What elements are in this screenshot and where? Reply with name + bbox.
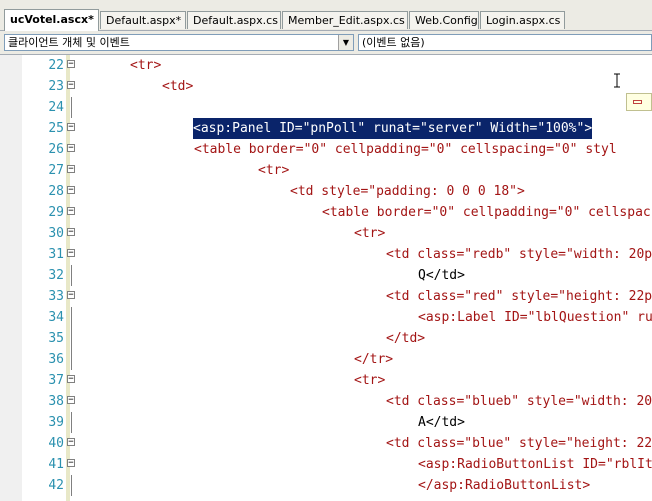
collapse-icon[interactable]: − bbox=[67, 60, 75, 69]
line-number: 38 bbox=[48, 394, 64, 409]
line-number: 41 bbox=[48, 457, 64, 472]
code-line: 36 </tr> bbox=[0, 349, 652, 370]
selected-code-text: <asp:Panel ID="pnPoll" runat="server" Wi… bbox=[193, 118, 593, 139]
collapse-icon[interactable]: − bbox=[67, 375, 75, 384]
line-number: 28 bbox=[48, 184, 64, 199]
code-text: <tr> bbox=[130, 58, 162, 73]
code-text: <td class="blueb" style="width: 20 bbox=[386, 394, 652, 409]
event-dropdown-value: (이벤트 없음) bbox=[362, 36, 425, 49]
line-number: 23 bbox=[48, 79, 64, 94]
code-line: 29 − <table border="0" cellpadding="0" c… bbox=[0, 202, 652, 223]
fold-guide bbox=[71, 328, 72, 349]
code-line: 26 − <table border="0" cellpadding="0" c… bbox=[0, 139, 652, 160]
line-number: 32 bbox=[48, 268, 64, 283]
line-number: 22 bbox=[48, 58, 64, 73]
code-line: 37 − <tr> bbox=[0, 370, 652, 391]
code-text: <td class="blue" style="height: 22 bbox=[386, 436, 652, 451]
code-text: <asp:Label ID="lblQuestion" ru bbox=[418, 310, 652, 325]
code-text: <tr> bbox=[354, 373, 386, 388]
code-text: <asp:RadioButtonList ID="rblIt bbox=[418, 457, 652, 472]
smart-tag[interactable] bbox=[626, 93, 652, 111]
line-number: 39 bbox=[48, 415, 64, 430]
fold-guide bbox=[71, 349, 72, 370]
line-number: 25 bbox=[48, 121, 64, 136]
code-line: 35 </td> bbox=[0, 328, 652, 349]
code-text: Q</td> bbox=[418, 268, 465, 283]
tab-login-aspx-cs[interactable]: Login.aspx.cs bbox=[480, 11, 565, 29]
code-text: <td class="redb" style="width: 20p bbox=[386, 247, 652, 262]
collapse-icon[interactable]: − bbox=[67, 165, 75, 174]
object-dropdown-value: 클라이언트 개체 및 이벤트 bbox=[8, 36, 130, 49]
code-line: 30 − <tr> bbox=[0, 223, 652, 244]
tab-member-edit-aspx-cs[interactable]: Member_Edit.aspx.cs bbox=[282, 11, 408, 29]
line-number: 36 bbox=[48, 352, 64, 367]
object-dropdown[interactable]: 클라이언트 개체 및 이벤트 ▼ bbox=[4, 34, 354, 51]
line-number: 29 bbox=[48, 205, 64, 220]
code-line: 42 </asp:RadioButtonList> bbox=[0, 475, 652, 496]
collapse-icon[interactable]: − bbox=[67, 207, 75, 216]
line-number: 31 bbox=[48, 247, 64, 262]
smart-tag-icon bbox=[633, 100, 642, 104]
fold-guide bbox=[71, 307, 72, 328]
code-line: 33 − <td class="red" style="height: 22p bbox=[0, 286, 652, 307]
document-tab-bar: ucVotel.ascx* Default.aspx* Default.aspx… bbox=[0, 0, 652, 31]
code-text: <table border="0" cellpadding="0" cellsp… bbox=[322, 205, 651, 220]
collapse-icon[interactable]: − bbox=[67, 228, 75, 237]
code-line: 34 <asp:Label ID="lblQuestion" ru bbox=[0, 307, 652, 328]
code-line: 38 − <td class="blueb" style="width: 20 bbox=[0, 391, 652, 412]
tab-ucvotel-ascx[interactable]: ucVotel.ascx* bbox=[4, 9, 99, 31]
code-line: 28 − <td style="padding: 0 0 0 18"> bbox=[0, 181, 652, 202]
line-number: 35 bbox=[48, 331, 64, 346]
fold-guide bbox=[71, 97, 72, 118]
collapse-icon[interactable]: − bbox=[67, 396, 75, 405]
code-text: <tr> bbox=[258, 163, 290, 178]
code-text: </tr> bbox=[354, 352, 394, 367]
text-cursor-icon bbox=[614, 73, 620, 88]
code-editor[interactable]: 22 − <tr> 23 − <td> 24 25 − <asp:Panel I… bbox=[0, 55, 652, 501]
code-line: 23 − <td> bbox=[0, 76, 652, 97]
code-line: 25 − <asp:Panel ID="pnPoll" runat="serve… bbox=[0, 118, 652, 139]
fold-guide bbox=[71, 412, 72, 433]
code-line: 41 − <asp:RadioButtonList ID="rblIt bbox=[0, 454, 652, 475]
chevron-down-icon[interactable]: ▼ bbox=[338, 35, 353, 50]
collapse-icon[interactable]: − bbox=[67, 144, 75, 153]
code-text: </td> bbox=[386, 331, 426, 346]
collapse-icon[interactable]: − bbox=[67, 123, 75, 132]
code-text: <td style="padding: 0 0 0 18"> bbox=[290, 184, 525, 199]
line-number: 34 bbox=[48, 310, 64, 325]
code-text: <td> bbox=[162, 79, 194, 94]
code-line: 31 − <td class="redb" style="width: 20p bbox=[0, 244, 652, 265]
code-text: <tr> bbox=[354, 226, 386, 241]
line-number: 26 bbox=[48, 142, 64, 157]
tab-default-aspx-cs[interactable]: Default.aspx.cs bbox=[187, 11, 281, 29]
code-line: 40 − <td class="blue" style="height: 22 bbox=[0, 433, 652, 454]
code-line: 24 bbox=[0, 97, 652, 118]
code-text: <td class="red" style="height: 22p bbox=[386, 289, 652, 304]
line-number: 30 bbox=[48, 226, 64, 241]
tab-default-aspx[interactable]: Default.aspx* bbox=[100, 11, 186, 29]
fold-guide bbox=[71, 475, 72, 496]
event-dropdown[interactable]: (이벤트 없음) bbox=[358, 34, 652, 51]
collapse-icon[interactable]: − bbox=[67, 438, 75, 447]
code-line: 27 − <tr> bbox=[0, 160, 652, 181]
fold-guide bbox=[71, 265, 72, 286]
line-number: 24 bbox=[48, 100, 64, 115]
collapse-icon[interactable]: − bbox=[67, 249, 75, 258]
code-line: 32 Q</td> bbox=[0, 265, 652, 286]
line-number: 27 bbox=[48, 163, 64, 178]
line-number: 37 bbox=[48, 373, 64, 388]
line-number: 40 bbox=[48, 436, 64, 451]
collapse-icon[interactable]: − bbox=[67, 459, 75, 468]
code-text: <table border="0" cellpadding="0" cellsp… bbox=[194, 142, 617, 157]
line-number: 42 bbox=[48, 478, 64, 493]
line-number: 33 bbox=[48, 289, 64, 304]
code-line: 39 A</td> bbox=[0, 412, 652, 433]
collapse-icon[interactable]: − bbox=[67, 291, 75, 300]
collapse-icon[interactable]: − bbox=[67, 186, 75, 195]
collapse-icon[interactable]: − bbox=[67, 81, 75, 90]
code-text: A</td> bbox=[418, 415, 465, 430]
code-line: 22 − <tr> bbox=[0, 55, 652, 76]
tab-web-config[interactable]: Web.Config bbox=[409, 11, 479, 29]
code-text: </asp:RadioButtonList> bbox=[418, 478, 591, 493]
